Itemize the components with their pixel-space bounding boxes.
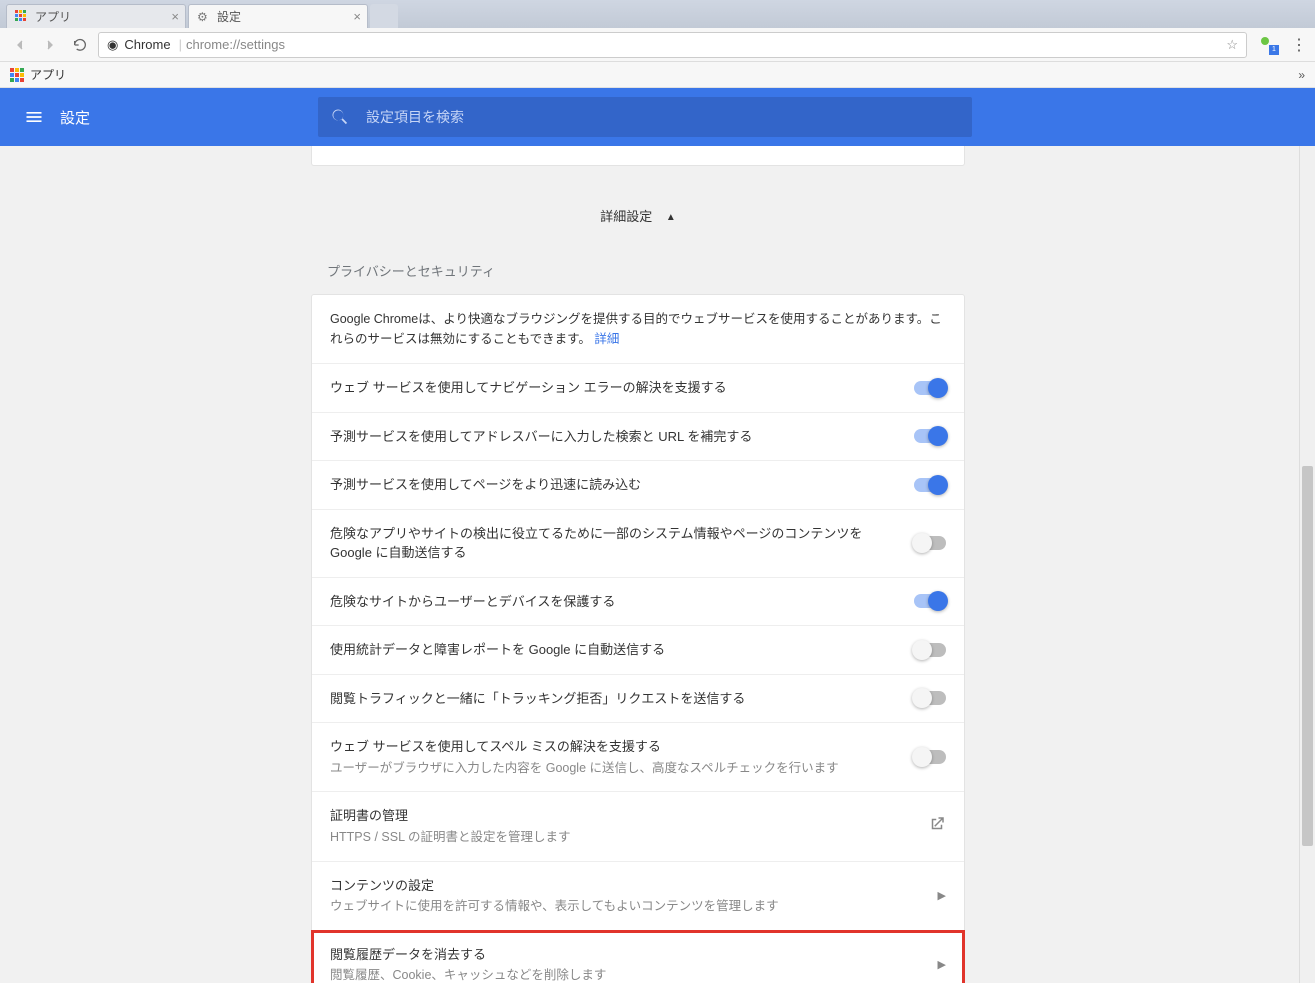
privacy-row-3: 危険なアプリやサイトの検出に役立てるために一部のシステム情報やページのコンテンツ… xyxy=(312,510,964,578)
chevron-right-icon: ▶ xyxy=(938,958,946,971)
row-secondary-text: 閲覧履歴、Cookie、キャッシュなどを削除します xyxy=(330,966,922,983)
previous-section-card-edge xyxy=(311,146,965,166)
row-text: 予測サービスを使用してページをより迅速に読み込む xyxy=(330,475,898,495)
tab-title: アプリ xyxy=(35,8,71,25)
external-link-icon xyxy=(928,815,946,838)
row-primary-text: 閲覧履歴データを消去する xyxy=(330,945,922,965)
privacy-section-label: プライバシーとセキュリティ xyxy=(311,261,965,280)
row-text: 危険なアプリやサイトの検出に役立てるために一部のシステム情報やページのコンテンツ… xyxy=(330,524,898,563)
row-secondary-text: ウェブサイトに使用を許可する情報や、表示してもよいコンテンツを管理します xyxy=(330,897,922,916)
gear-favicon: ⚙ xyxy=(197,10,211,24)
row-primary-text: 予測サービスを使用してページをより迅速に読み込む xyxy=(330,475,898,495)
row-primary-text: 予測サービスを使用してアドレスバーに入力した検索と URL を補完する xyxy=(330,427,898,447)
toggle-switch[interactable] xyxy=(914,429,946,443)
row-primary-text: 危険なサイトからユーザーとデバイスを保護する xyxy=(330,592,898,612)
chrome-icon: ◉ xyxy=(107,37,118,53)
caret-up-icon: ▲ xyxy=(666,212,676,223)
chevron-right-icon: ▶ xyxy=(938,889,946,902)
privacy-row-0: ウェブ サービスを使用してナビゲーション エラーの解決を支援する xyxy=(312,364,964,413)
intro-detail-link[interactable]: 詳細 xyxy=(594,332,619,346)
hamburger-icon xyxy=(24,107,44,127)
row-secondary-text: HTTPS / SSL の証明書と設定を管理します xyxy=(330,828,912,847)
privacy-row-8[interactable]: 証明書の管理 HTTPS / SSL の証明書と設定を管理します xyxy=(312,792,964,861)
row-primary-text: 危険なアプリやサイトの検出に役立てるために一部のシステム情報やページのコンテンツ… xyxy=(330,524,898,563)
bookmark-apps-label[interactable]: アプリ xyxy=(30,66,66,83)
privacy-intro: Google Chromeは、より快適なブラウジングを提供する目的でウェブサービ… xyxy=(312,295,964,364)
row-primary-text: ウェブ サービスを使用してナビゲーション エラーの解決を支援する xyxy=(330,378,898,398)
toggle-switch[interactable] xyxy=(914,750,946,764)
privacy-row-1: 予測サービスを使用してアドレスバーに入力した検索と URL を補完する xyxy=(312,413,964,462)
toggle-switch[interactable] xyxy=(914,478,946,492)
new-tab-button[interactable] xyxy=(370,4,398,28)
menu-button[interactable] xyxy=(10,93,58,141)
row-text: ウェブ サービスを使用してスペル ミスの解決を支援するユーザーがブラウザに入力し… xyxy=(330,737,898,777)
toggle-switch[interactable] xyxy=(914,381,946,395)
row-text: 閲覧トラフィックと一緒に「トラッキング拒否」リクエストを送信する xyxy=(330,689,898,709)
browser-tab-settings[interactable]: ⚙ 設定 × xyxy=(188,4,368,28)
scrollbar-thumb[interactable] xyxy=(1302,466,1313,846)
row-primary-text: 証明書の管理 xyxy=(330,806,912,826)
row-text: 証明書の管理 HTTPS / SSL の証明書と設定を管理します xyxy=(330,806,912,846)
privacy-row-6: 閲覧トラフィックと一緒に「トラッキング拒否」リクエストを送信する xyxy=(312,675,964,724)
settings-header: 設定 xyxy=(0,88,1315,146)
advanced-label: 詳細設定 xyxy=(600,209,652,224)
advanced-settings-toggle[interactable]: 詳細設定 ▲ xyxy=(311,206,965,225)
arrow-left-icon xyxy=(12,37,28,53)
row-text: 予測サービスを使用してアドレスバーに入力した検索と URL を補完する xyxy=(330,427,898,447)
browser-tab-apps[interactable]: アプリ × xyxy=(6,4,186,28)
forward-button[interactable] xyxy=(38,33,62,57)
browser-toolbar: ◉ Chrome | chrome://settings ☆ 1 ⋮ xyxy=(0,28,1315,62)
intro-text: Google Chromeは、より快適なブラウジングを提供する目的でウェブサービ… xyxy=(330,312,942,346)
bookmark-bar: アプリ » xyxy=(0,62,1315,88)
reload-icon xyxy=(72,37,88,53)
settings-search[interactable] xyxy=(318,97,972,137)
browser-menu-button[interactable]: ⋮ xyxy=(1291,35,1307,55)
privacy-row-5: 使用統計データと障害レポートを Google に自動送信する xyxy=(312,626,964,675)
row-primary-text: ウェブ サービスを使用してスペル ミスの解決を支援する xyxy=(330,737,898,757)
privacy-row-4: 危険なサイトからユーザーとデバイスを保護する xyxy=(312,578,964,627)
search-icon xyxy=(330,107,350,127)
apps-favicon xyxy=(15,10,29,24)
privacy-card: Google Chromeは、より快適なブラウジングを提供する目的でウェブサービ… xyxy=(311,294,965,983)
row-primary-text: 閲覧トラフィックと一緒に「トラッキング拒否」リクエストを送信する xyxy=(330,689,898,709)
tab-close-icon[interactable]: × xyxy=(171,9,179,24)
arrow-right-icon xyxy=(42,37,58,53)
browser-tab-strip: アプリ × ⚙ 設定 × xyxy=(0,0,1315,28)
bookmark-overflow-icon[interactable]: » xyxy=(1298,68,1305,82)
row-text: コンテンツの設定ウェブサイトに使用を許可する情報や、表示してもよいコンテンツを管… xyxy=(330,876,922,916)
privacy-row-7: ウェブ サービスを使用してスペル ミスの解決を支援するユーザーがブラウザに入力し… xyxy=(312,723,964,792)
row-text: ウェブ サービスを使用してナビゲーション エラーの解決を支援する xyxy=(330,378,898,398)
toggle-switch[interactable] xyxy=(914,536,946,550)
back-button[interactable] xyxy=(8,33,32,57)
vertical-scrollbar[interactable] xyxy=(1299,146,1315,983)
toggle-switch[interactable] xyxy=(914,594,946,608)
row-text: 危険なサイトからユーザーとデバイスを保護する xyxy=(330,592,898,612)
settings-content-scroll[interactable]: 詳細設定 ▲ プライバシーとセキュリティ Google Chromeは、より快適… xyxy=(0,146,1307,983)
bookmark-star-icon[interactable]: ☆ xyxy=(1226,37,1238,53)
apps-grid-icon[interactable] xyxy=(10,68,24,82)
row-primary-text: 使用統計データと障害レポートを Google に自動送信する xyxy=(330,640,898,660)
tab-close-icon[interactable]: × xyxy=(353,9,361,24)
privacy-row-9[interactable]: コンテンツの設定ウェブサイトに使用を許可する情報や、表示してもよいコンテンツを管… xyxy=(312,862,964,931)
toggle-switch[interactable] xyxy=(914,643,946,657)
privacy-row-10[interactable]: 閲覧履歴データを消去する閲覧履歴、Cookie、キャッシュなどを削除します ▶ xyxy=(312,931,964,983)
row-text: 閲覧履歴データを消去する閲覧履歴、Cookie、キャッシュなどを削除します xyxy=(330,945,922,983)
settings-title: 設定 xyxy=(60,107,90,128)
extension-badge[interactable]: 1 xyxy=(1261,37,1277,53)
row-primary-text: コンテンツの設定 xyxy=(330,876,922,896)
address-bar[interactable]: ◉ Chrome | chrome://settings ☆ xyxy=(98,32,1247,58)
row-text: 使用統計データと障害レポートを Google に自動送信する xyxy=(330,640,898,660)
url-path: chrome://settings xyxy=(186,37,285,52)
reload-button[interactable] xyxy=(68,33,92,57)
privacy-row-2: 予測サービスを使用してページをより迅速に読み込む xyxy=(312,461,964,510)
tab-title: 設定 xyxy=(217,8,241,25)
url-scheme-label: Chrome xyxy=(124,37,170,52)
toggle-switch[interactable] xyxy=(914,691,946,705)
row-secondary-text: ユーザーがブラウザに入力した内容を Google に送信し、高度なスペルチェック… xyxy=(330,759,898,778)
settings-search-input[interactable] xyxy=(366,109,960,125)
